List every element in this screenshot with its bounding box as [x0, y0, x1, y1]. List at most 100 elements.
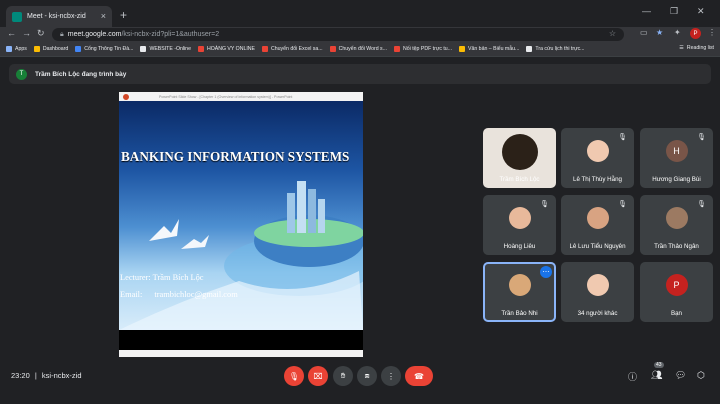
- participant-photo: [586, 140, 609, 162]
- meeting-details-icon[interactable]: ⓘ: [628, 370, 637, 383]
- bookmark-label: WEBSITE -Online: [149, 46, 191, 52]
- lock-icon: 🔒︎: [60, 30, 64, 38]
- mic-muted-icon: 🎙︎: [697, 201, 706, 208]
- participant-tile[interactable]: 🎙︎ Lê Thị Thùy Hằng: [561, 128, 634, 188]
- browser-menu-icon[interactable]: ⋮: [708, 28, 716, 37]
- bookmark-label: HOÀNG VY ONLINE: [206, 46, 255, 52]
- participant-tile[interactable]: H 🎙︎ Hương Giang Bùi: [640, 128, 713, 188]
- call-end-icon: ☎︎: [414, 371, 424, 381]
- powerpoint-icon: [123, 93, 129, 100]
- presenting-text: Trầm Bích Lộc đang trình bày: [35, 70, 127, 78]
- back-icon[interactable]: ←: [7, 28, 16, 38]
- bookmark-label: Nối tệp PDF trực tu...: [402, 46, 453, 52]
- participant-name: Trần Thảo Ngân: [654, 243, 699, 250]
- participant-name: Trầm Bích Lộc: [499, 176, 540, 183]
- browser-tab[interactable]: Meet - ksi-ncbx-zid ×: [6, 6, 112, 27]
- omnibox[interactable]: 🔒︎ meet.google.com/ksi-ncbx-zid?pli=1&au…: [52, 28, 624, 41]
- participant-name: Lê Thị Thùy Hằng: [573, 176, 622, 183]
- bookmark-item[interactable]: Cổng Thông Tin Đà...: [75, 46, 133, 52]
- reading-list-button[interactable]: ☰ Reading list: [679, 45, 714, 51]
- bookmark-item[interactable]: Apps: [6, 46, 27, 52]
- participant-tile[interactable]: 🎙︎ Trần Thảo Ngân: [640, 195, 713, 255]
- participant-photo: [508, 274, 531, 296]
- activities-icon[interactable]: ⬡: [697, 370, 705, 381]
- mic-muted-icon: 🎙︎: [618, 201, 627, 208]
- mic-muted-icon: 🎙︎: [697, 134, 706, 141]
- participant-tile[interactable]: P Bạn: [640, 262, 713, 322]
- leave-call-button[interactable]: ☎︎: [405, 366, 433, 386]
- participant-tile[interactable]: Trầm Bích Lộc: [483, 128, 556, 188]
- bookmark-item[interactable]: WEBSITE -Online: [140, 46, 191, 52]
- bookmark-favicon-icon: [6, 46, 12, 52]
- lecturer-line: Lecturer: Trầm Bích Lộc: [120, 273, 204, 282]
- participant-avatar: H: [665, 140, 688, 162]
- bookmark-favicon-icon: [262, 46, 268, 52]
- slide-title: BANKING INFORMATION SYSTEMS: [121, 149, 350, 164]
- star-icon[interactable]: ★: [656, 28, 663, 37]
- forward-icon[interactable]: →: [22, 28, 31, 38]
- minimize-icon[interactable]: —: [642, 6, 651, 16]
- extensions-icon[interactable]: ✦: [674, 28, 681, 37]
- email-label: Email:: [120, 290, 143, 299]
- participant-name: Lê Lưu Tiểu Nguyên: [569, 243, 626, 250]
- bookmark-item[interactable]: Nối tệp PDF trực tu...: [393, 46, 453, 52]
- mic-muted-icon: 🎙︎: [540, 201, 549, 208]
- bookmark-label: Chuyển đổi Excel sa...: [271, 46, 323, 52]
- shared-screen[interactable]: PowerPoint Slide Show - [Chapter 1 (Over…: [119, 92, 363, 357]
- bookmark-favicon-icon: [197, 46, 204, 52]
- bookmarks-bar: Apps Dashboard Cổng Thông Tin Đà... WEBSITE…: [0, 42, 720, 57]
- people-icon[interactable]: 👥︎: [651, 370, 662, 381]
- more-vert-icon: ⋮: [387, 371, 395, 381]
- mic-off-icon: 🎙︎: [288, 371, 300, 381]
- meet-window: Meet - ksi-ncbx-zid × + — ❐ ✕ ← → ↻ 🔒︎ m…: [0, 0, 720, 404]
- bookmark-item[interactable]: Chuyển đổi Excel sa...: [262, 46, 323, 52]
- microphone-toggle-button[interactable]: 🎙︎: [284, 366, 304, 386]
- tab-title: Meet - ksi-ncbx-zid: [27, 13, 86, 20]
- raise-hand-button[interactable]: ✋︎: [333, 366, 353, 386]
- present-icon: ⧈: [364, 371, 370, 380]
- bookmark-label: Cổng Thông Tin Đà...: [84, 46, 134, 52]
- tab-close-icon[interactable]: ×: [101, 12, 106, 21]
- presenter-avatar: T: [16, 68, 27, 80]
- reading-list-label: Reading list: [686, 45, 714, 51]
- meet-favicon-icon: [12, 11, 22, 22]
- participant-photo: [501, 134, 538, 170]
- participant-tile[interactable]: 34 người khác: [561, 262, 634, 322]
- bookmark-item[interactable]: HOÀNG VY ONLINE: [197, 46, 255, 52]
- participant-name: Hoàng Liêu: [503, 243, 536, 250]
- hand-icon: ✋︎: [340, 371, 346, 380]
- bookmark-favicon-icon: [459, 46, 466, 52]
- participant-tile[interactable]: ⋯ Trần Bảo Nhi: [483, 262, 556, 322]
- meeting-time: 23:20: [11, 371, 30, 380]
- window-close-icon[interactable]: ✕: [697, 6, 705, 17]
- mic-muted-icon: 🎙︎: [618, 134, 627, 141]
- email-line: Email: trambichloc@gmail.com: [120, 290, 238, 299]
- bookmark-favicon-icon: [329, 46, 336, 52]
- bookmark-item[interactable]: Chuyển đổi Word s...: [329, 46, 387, 52]
- bookmark-item[interactable]: Tra cứu lịch thi trực...: [526, 46, 585, 52]
- meeting-separator: |: [34, 371, 37, 380]
- new-tab-button[interactable]: +: [120, 9, 127, 21]
- bookmark-label: Apps: [15, 46, 27, 52]
- participant-photo: [508, 207, 531, 229]
- more-options-button[interactable]: ⋮: [381, 366, 401, 386]
- camera-off-icon: ⌧: [313, 371, 323, 381]
- camera-toggle-button[interactable]: ⌧: [308, 366, 328, 386]
- bookmark-favicon-icon: [33, 46, 40, 52]
- bookmark-star-icon[interactable]: ☆: [609, 29, 616, 38]
- chat-icon[interactable]: 💬︎: [675, 370, 686, 381]
- tile-options-icon[interactable]: ⋯: [540, 266, 552, 278]
- present-now-button[interactable]: ⧈: [357, 366, 377, 386]
- camera-in-use-icon[interactable]: ▭: [640, 28, 648, 37]
- reload-icon[interactable]: ↻: [37, 28, 45, 39]
- profile-avatar[interactable]: P: [690, 28, 701, 39]
- maximize-icon[interactable]: ❐: [670, 6, 678, 17]
- presenting-banner: T Trầm Bích Lộc đang trình bày: [9, 64, 711, 84]
- participant-tile[interactable]: 🎙︎ Lê Lưu Tiểu Nguyên: [561, 195, 634, 255]
- powerpoint-window-title: PowerPoint Slide Show - [Chapter 1 (Over…: [159, 94, 293, 99]
- bookmark-item[interactable]: Dashboard: [33, 46, 68, 52]
- participant-tile[interactable]: 🎙︎ Hoàng Liêu: [483, 195, 556, 255]
- bookmark-label: Văn bản – Biểu mẫu...: [468, 46, 520, 52]
- bookmark-item[interactable]: Văn bản – Biểu mẫu...: [459, 46, 519, 52]
- participant-photo: [586, 274, 609, 296]
